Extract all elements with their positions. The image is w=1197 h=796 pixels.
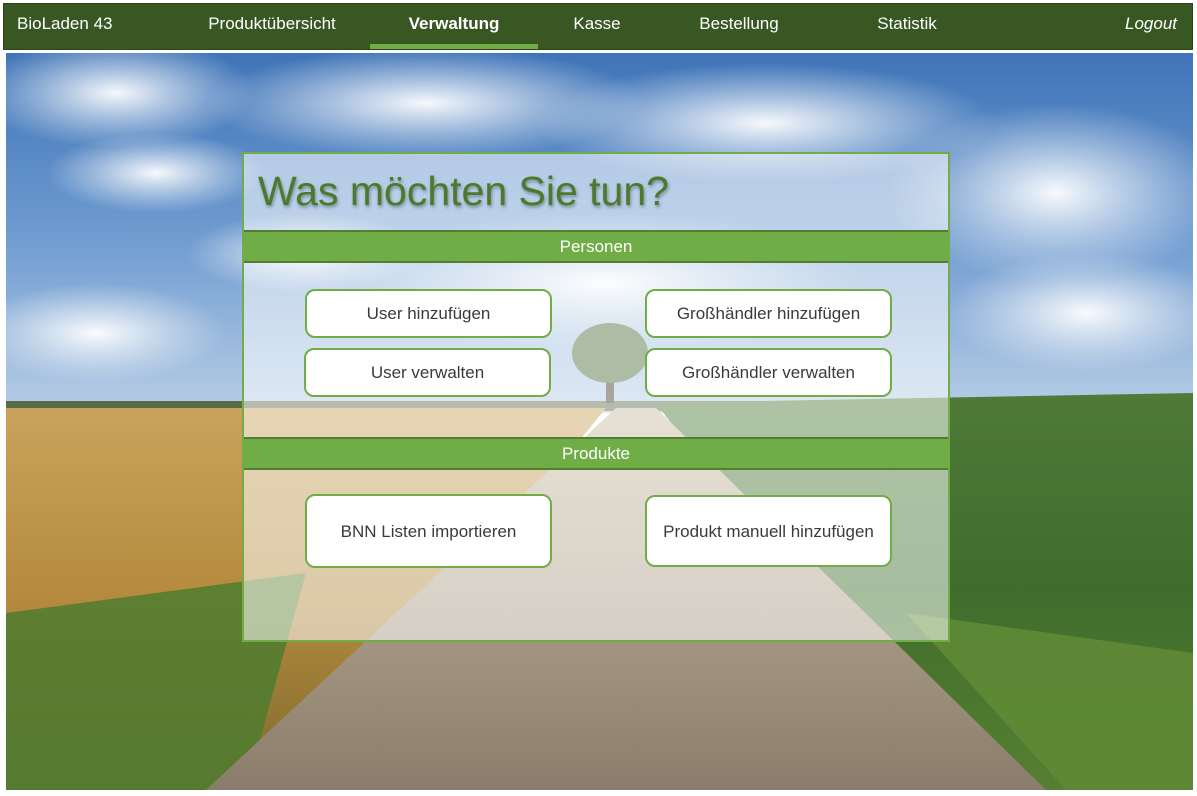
action-panel: Was möchten Sie tun? Personen User hinzu… [242, 152, 950, 642]
manage-users-button-label: User verwalten [370, 363, 485, 382]
add-product-manually-button-label: Produkt manuell hinzufügen [663, 521, 874, 541]
import-bnn-lists-button[interactable]: BNN Listen importieren [305, 494, 552, 568]
manage-users-button[interactable]: User verwalten [304, 348, 551, 397]
add-user-button-label: User hinzufügen [366, 304, 491, 323]
nav-item-bestellung[interactable]: Bestellung [684, 4, 794, 49]
top-navigation-bar: BioLaden 43 Produktübersicht Verwaltung … [3, 3, 1193, 50]
manage-wholesalers-button[interactable]: Großhändler verwalten [645, 348, 892, 397]
page-title: Was möchten Sie tun? [258, 168, 669, 214]
brand-name: BioLaden 43 [17, 14, 113, 33]
import-bnn-lists-button-label: BNN Listen importieren [340, 521, 517, 541]
nav-item-produktuebersicht[interactable]: Produktübersicht [190, 4, 354, 49]
nav-item-statistik[interactable]: Statistik [862, 4, 952, 49]
nav-item-kasse[interactable]: Kasse [557, 4, 637, 49]
manage-wholesalers-button-label: Großhändler verwalten [682, 363, 855, 382]
add-product-manually-button[interactable]: Produkt manuell hinzufügen [645, 495, 892, 567]
section-header-personen: Personen [244, 230, 948, 263]
add-wholesaler-button[interactable]: Großhändler hinzufügen [645, 289, 892, 338]
add-wholesaler-button-label: Großhändler hinzufügen [676, 304, 861, 323]
section-header-produkte: Produkte [244, 437, 948, 470]
nav-item-verwaltung[interactable]: Verwaltung [370, 4, 538, 49]
add-user-button[interactable]: User hinzufügen [305, 289, 552, 338]
logout-link[interactable]: Logout [1125, 4, 1177, 49]
